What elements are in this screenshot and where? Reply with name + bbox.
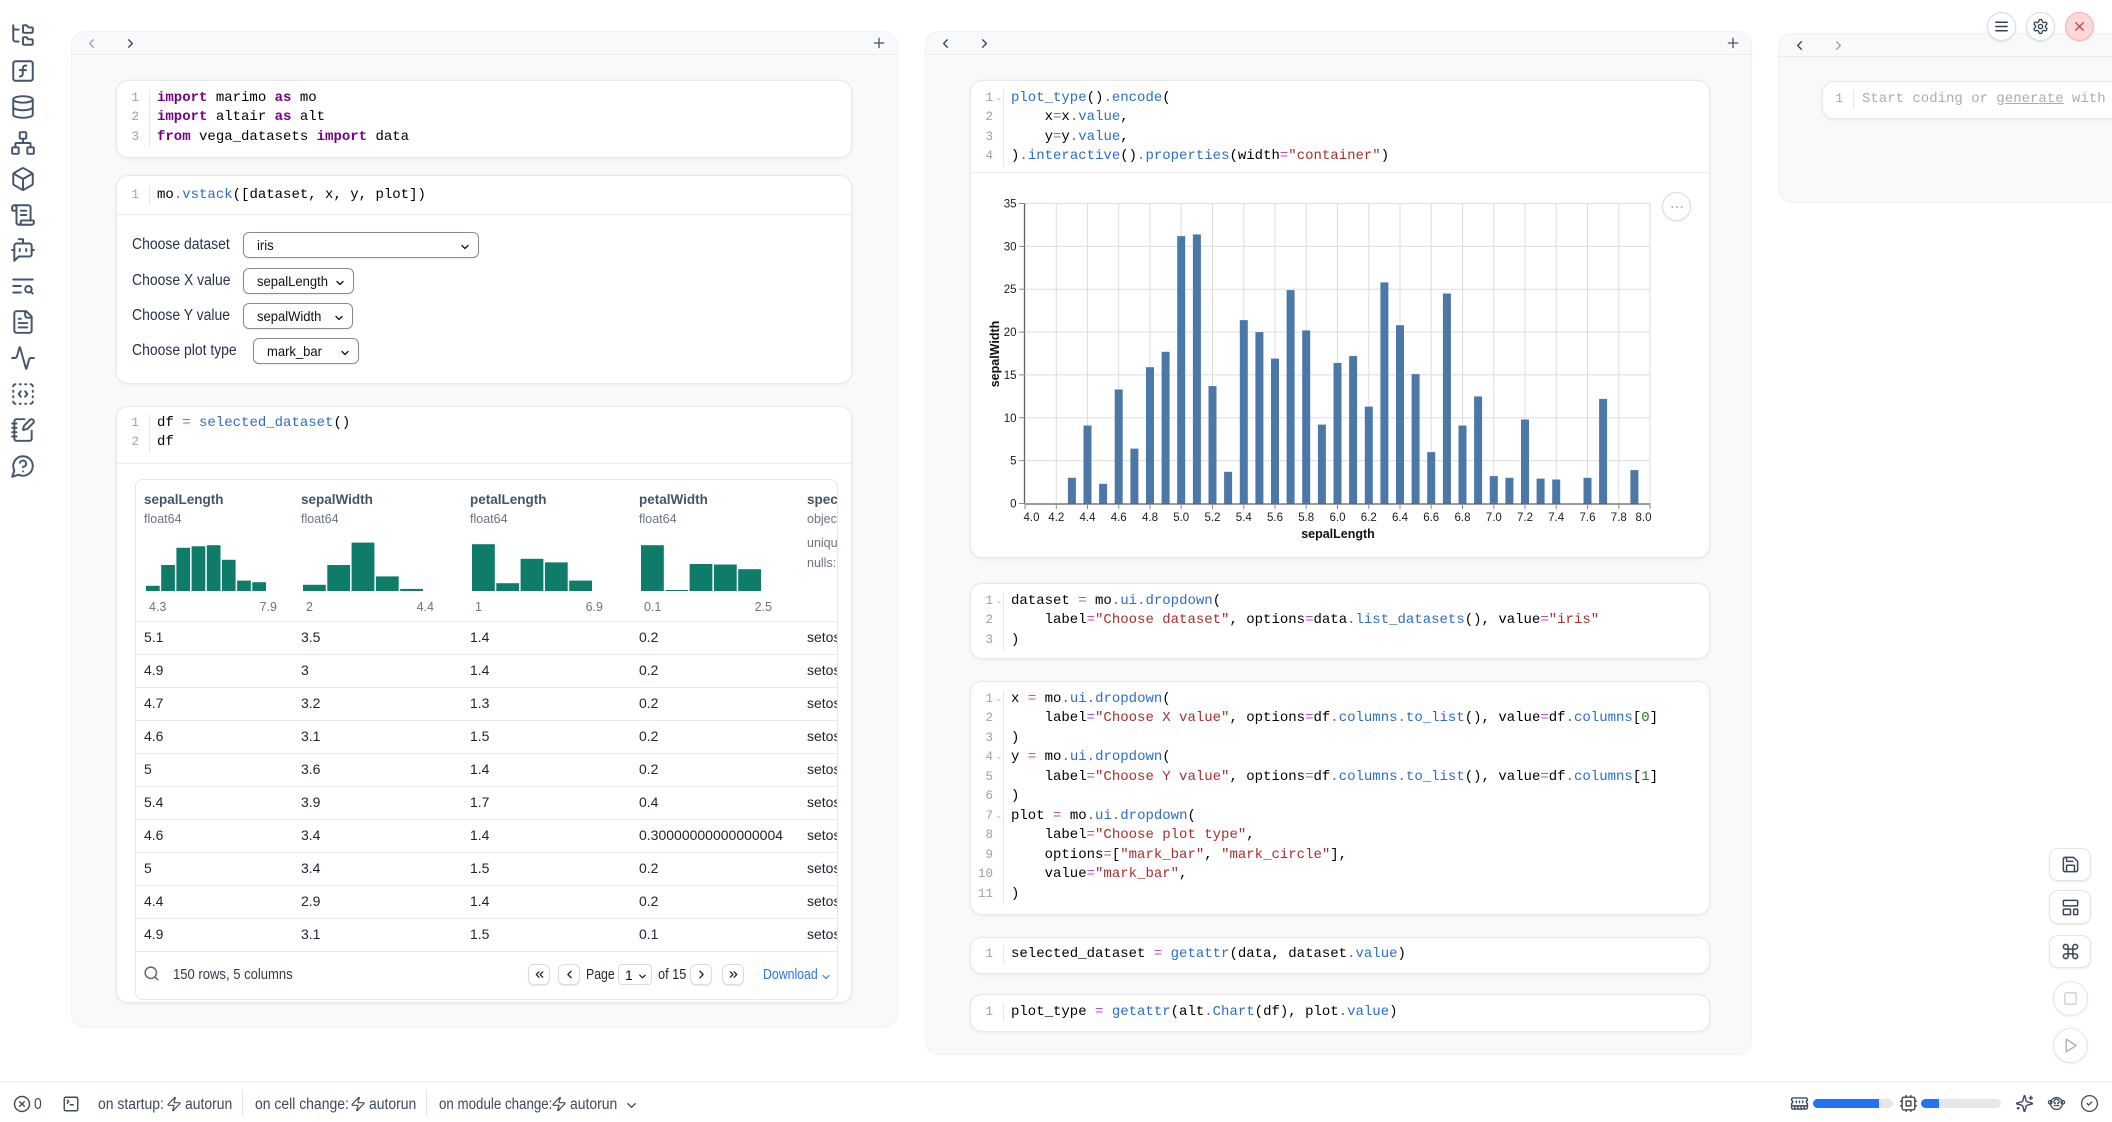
svg-text:4.8: 4.8 <box>1142 512 1158 524</box>
svg-text:7.8: 7.8 <box>1611 512 1627 524</box>
svg-text:8.0: 8.0 <box>1636 512 1652 524</box>
svg-text:6.2: 6.2 <box>1361 512 1377 524</box>
svg-text:6.0: 6.0 <box>1330 512 1346 524</box>
svg-text:15: 15 <box>1004 370 1017 382</box>
svg-text:6.6: 6.6 <box>1423 512 1439 524</box>
svg-text:5: 5 <box>1010 456 1016 468</box>
svg-text:25: 25 <box>1004 284 1017 296</box>
svg-text:5.0: 5.0 <box>1173 512 1189 524</box>
svg-text:7.2: 7.2 <box>1517 512 1533 524</box>
svg-text:4.6: 4.6 <box>1111 512 1127 524</box>
svg-text:6.8: 6.8 <box>1455 512 1471 524</box>
svg-text:7.0: 7.0 <box>1486 512 1502 524</box>
svg-text:10: 10 <box>1004 413 1017 425</box>
svg-text:sepalWidth: sepalWidth <box>988 321 1002 388</box>
svg-text:0: 0 <box>1010 499 1016 511</box>
svg-text:30: 30 <box>1004 241 1017 253</box>
svg-text:6.4: 6.4 <box>1392 512 1409 524</box>
svg-text:4.4: 4.4 <box>1080 512 1097 524</box>
svg-text:5.8: 5.8 <box>1298 512 1314 524</box>
svg-text:35: 35 <box>1004 199 1017 211</box>
svg-text:4.2: 4.2 <box>1048 512 1064 524</box>
svg-text:7.6: 7.6 <box>1580 512 1596 524</box>
svg-text:5.2: 5.2 <box>1205 512 1221 524</box>
svg-text:20: 20 <box>1004 327 1017 339</box>
svg-text:4.0: 4.0 <box>1024 512 1040 524</box>
svg-text:7.4: 7.4 <box>1548 512 1565 524</box>
svg-text:5.4: 5.4 <box>1236 512 1253 524</box>
svg-text:5.6: 5.6 <box>1267 512 1283 524</box>
svg-text:sepalLength: sepalLength <box>1301 527 1375 541</box>
